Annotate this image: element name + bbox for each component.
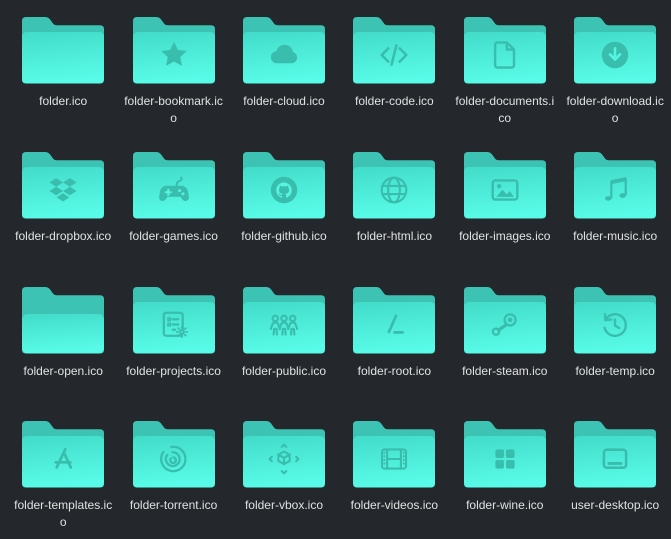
file-label: folder-templates.ico: [11, 497, 115, 530]
file-label: folder-projects.ico: [126, 363, 221, 380]
file-label: folder-documents.ico: [453, 93, 557, 126]
file-icon-folder-temp-ico[interactable]: folder-temp.ico: [560, 270, 670, 405]
folder-icon: [351, 146, 437, 219]
file-label: folder-music.ico: [573, 228, 657, 245]
folder-front-shape: [574, 302, 656, 354]
folder-icon: [241, 11, 327, 84]
file-icon-folder-download-ico[interactable]: folder-download.ico: [560, 0, 670, 135]
file-icon-folder-music-ico[interactable]: folder-music.ico: [560, 135, 670, 270]
folder-front-shape: [22, 167, 104, 219]
file-icon-folder-public-ico[interactable]: folder-public.ico: [229, 270, 339, 405]
folder-front-shape: [464, 32, 546, 84]
folder-icon: [351, 415, 437, 488]
file-icon-folder-bookmark-ico[interactable]: folder-bookmark.ico: [118, 0, 228, 135]
icon-grid: folder.ico folder-bookmark.ico folder-cl…: [0, 0, 671, 539]
file-label: folder-steam.ico: [462, 363, 547, 380]
folder-icon: [131, 11, 217, 84]
folder-front-shape: [243, 302, 325, 354]
file-label: folder-dropbox.ico: [15, 228, 111, 245]
folder-icon: [351, 11, 437, 84]
file-label: folder-open.ico: [24, 363, 103, 380]
file-icon-folder-torrent-ico[interactable]: folder-torrent.ico: [118, 404, 228, 539]
file-icon-user-desktop-ico[interactable]: user-desktop.ico: [560, 404, 670, 539]
file-label: user-desktop.ico: [571, 497, 659, 514]
file-icon-folder-cloud-ico[interactable]: folder-cloud.ico: [229, 0, 339, 135]
file-label: folder-bookmark.ico: [122, 93, 226, 126]
folder-icon: [241, 281, 327, 354]
github-icon: [271, 177, 297, 203]
file-label: folder-videos.ico: [351, 497, 438, 514]
folder-icon: [241, 146, 327, 219]
file-label: folder-cloud.ico: [243, 93, 324, 110]
file-label: folder-download.ico: [563, 93, 667, 126]
file-icon-folder-videos-ico[interactable]: folder-videos.ico: [339, 404, 449, 539]
file-icon-folder-games-ico[interactable]: folder-games.ico: [118, 135, 228, 270]
folder-front-shape: [22, 314, 104, 354]
folder-icon: [131, 281, 217, 354]
file-label: folder-images.ico: [459, 228, 550, 245]
file-icon-folder-projects-ico[interactable]: folder-projects.ico: [118, 270, 228, 405]
file-icon-folder-ico[interactable]: folder.ico: [8, 0, 118, 135]
folder-icon: [572, 281, 658, 354]
folder-icon: [462, 415, 548, 488]
folder-front-shape: [353, 302, 435, 354]
file-label: folder-html.ico: [357, 228, 432, 245]
folder-icon: [131, 415, 217, 488]
file-label: folder-public.ico: [242, 363, 326, 380]
folder-icon: [20, 415, 106, 488]
file-icon-folder-html-ico[interactable]: folder-html.ico: [339, 135, 449, 270]
folder-icon: [572, 11, 658, 84]
file-icon-folder-open-ico[interactable]: folder-open.ico: [8, 270, 118, 405]
folder-icon: [572, 146, 658, 219]
folder-front-shape: [574, 436, 656, 488]
folder-icon: [351, 281, 437, 354]
file-label: folder-temp.ico: [575, 363, 654, 380]
file-label: folder-torrent.ico: [130, 497, 217, 514]
file-icon-folder-code-ico[interactable]: folder-code.ico: [339, 0, 449, 135]
folder-front-shape: [353, 436, 435, 488]
file-label: folder-wine.ico: [466, 497, 543, 514]
file-label: folder-root.ico: [358, 363, 431, 380]
file-label: folder-code.ico: [355, 93, 434, 110]
folder-front-shape: [464, 302, 546, 354]
file-icon-folder-documents-ico[interactable]: folder-documents.ico: [450, 0, 560, 135]
folder-front-shape: [22, 32, 104, 84]
folder-icon: [20, 146, 106, 219]
file-label: folder-vbox.ico: [245, 497, 323, 514]
download-icon: [602, 42, 628, 68]
file-icon-folder-steam-ico[interactable]: folder-steam.ico: [450, 270, 560, 405]
folder-front-shape: [574, 167, 656, 219]
folder-icon: [241, 415, 327, 488]
file-icon-folder-wine-ico[interactable]: folder-wine.ico: [450, 404, 560, 539]
folder-front-shape: [464, 436, 546, 488]
folder-icon: [20, 11, 106, 84]
file-label: folder-games.ico: [129, 228, 218, 245]
file-icon-folder-images-ico[interactable]: folder-images.ico: [450, 135, 560, 270]
folder-icon: [462, 281, 548, 354]
file-icon-folder-vbox-ico[interactable]: folder-vbox.ico: [229, 404, 339, 539]
folder-front-shape: [133, 302, 215, 354]
file-icon-folder-root-ico[interactable]: folder-root.ico: [339, 270, 449, 405]
file-icon-folder-templates-ico[interactable]: folder-templates.ico: [8, 404, 118, 539]
file-icon-folder-dropbox-ico[interactable]: folder-dropbox.ico: [8, 135, 118, 270]
folder-icon: [131, 146, 217, 219]
folder-icon: [462, 146, 548, 219]
file-label: folder.ico: [39, 93, 87, 110]
folder-icon: [20, 281, 106, 354]
folder-icon: [572, 415, 658, 488]
file-icon-folder-github-ico[interactable]: folder-github.ico: [229, 135, 339, 270]
file-label: folder-github.ico: [241, 228, 326, 245]
folder-icon: [462, 11, 548, 84]
folder-front-shape: [353, 167, 435, 219]
